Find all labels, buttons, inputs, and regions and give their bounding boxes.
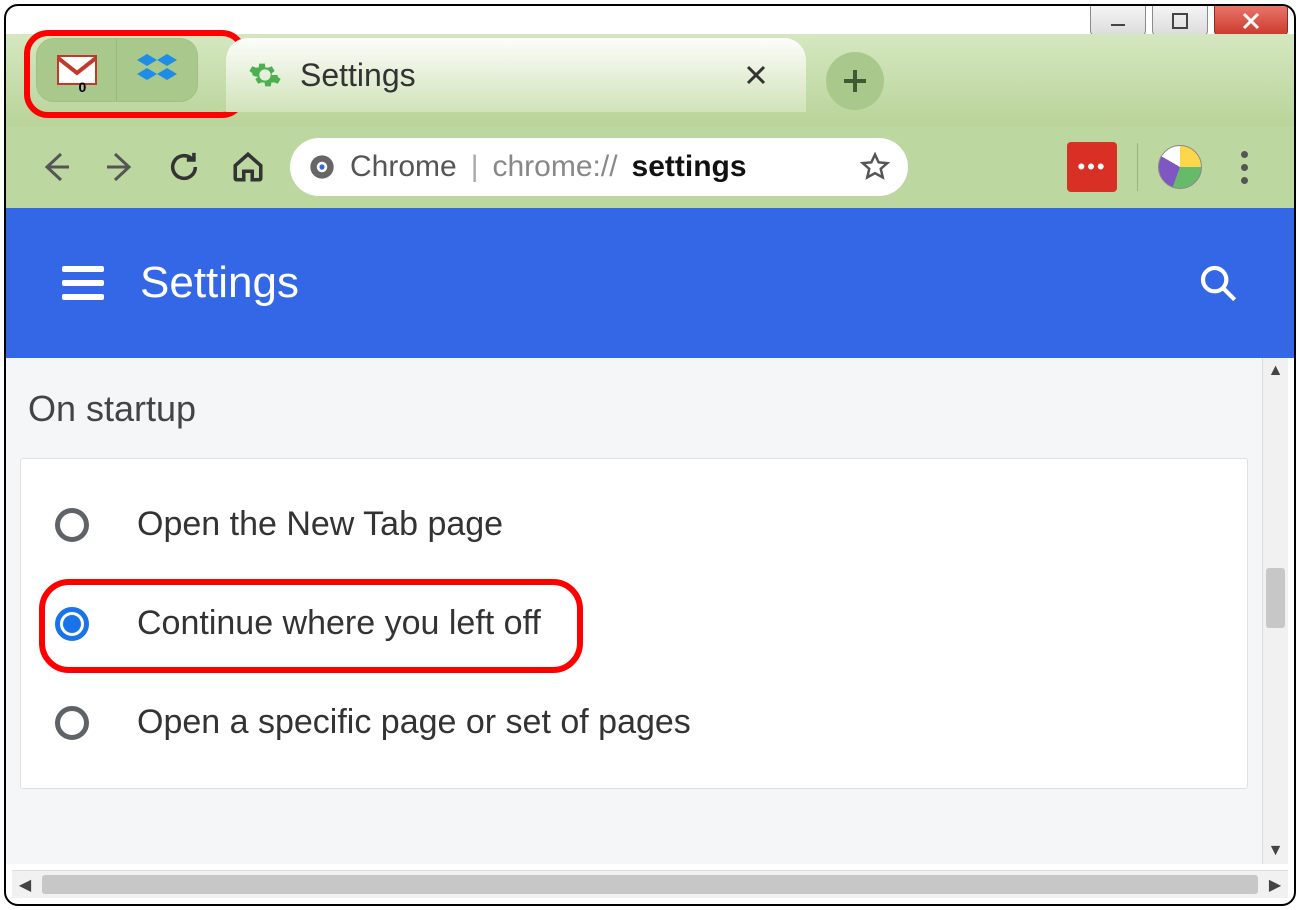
browser-window: 0 Settings [4, 4, 1296, 906]
reload-button[interactable] [162, 145, 206, 189]
minimize-button[interactable] [1090, 6, 1146, 36]
url-path: settings [632, 150, 747, 184]
maximize-button[interactable] [1152, 6, 1208, 36]
startup-option-specific-pages[interactable]: Open a specific page or set of pages [21, 673, 1247, 772]
url-scheme-label: Chrome [350, 150, 457, 184]
scroll-right-arrow-icon[interactable]: ▶ [1262, 871, 1288, 898]
active-tab-title: Settings [300, 57, 726, 94]
settings-header: Settings [6, 208, 1294, 358]
on-startup-section-title: On startup [6, 358, 1262, 458]
scroll-down-arrow-icon[interactable]: ▼ [1263, 838, 1288, 864]
startup-option-new-tab[interactable]: Open the New Tab page [21, 475, 1247, 574]
scroll-up-arrow-icon[interactable]: ▲ [1263, 358, 1288, 384]
on-startup-card: Open the New Tab page Continue where you… [20, 458, 1248, 789]
settings-search-button[interactable] [1198, 263, 1238, 303]
startup-option-label: Open a specific page or set of pages [137, 703, 691, 742]
browser-toolbar: Chrome | chrome:// settings ••• [6, 126, 1294, 208]
settings-menu-button[interactable] [62, 266, 104, 300]
settings-gear-icon [248, 58, 282, 92]
close-window-button[interactable] [1214, 6, 1288, 36]
new-tab-button[interactable] [826, 52, 884, 110]
address-bar[interactable]: Chrome | chrome:// settings [290, 138, 908, 196]
profile-avatar-button[interactable] [1158, 145, 1202, 189]
lastpass-extension-button[interactable]: ••• [1067, 142, 1117, 192]
horizontal-scroll-thumb[interactable] [42, 875, 1258, 894]
horizontal-scrollbar[interactable]: ◀ ▶ [12, 870, 1288, 898]
dropbox-pinned-tab[interactable] [117, 39, 197, 101]
gmail-pinned-tab[interactable]: 0 [37, 39, 117, 101]
bookmark-star-icon[interactable] [860, 152, 890, 182]
startup-option-label: Open the New Tab page [137, 505, 503, 544]
settings-page-content: On startup Open the New Tab page Continu… [6, 358, 1262, 864]
dropbox-icon [137, 52, 177, 88]
scroll-left-arrow-icon[interactable]: ◀ [12, 871, 38, 898]
forward-button[interactable] [98, 145, 142, 189]
horizontal-scroll-track[interactable] [38, 871, 1262, 898]
startup-option-label: Continue where you left off [137, 604, 541, 643]
active-tab-settings[interactable]: Settings [226, 38, 806, 112]
tab-strip: 0 Settings [6, 34, 1294, 126]
pinned-tabs-group: 0 [36, 38, 198, 102]
back-button[interactable] [34, 145, 78, 189]
home-button[interactable] [226, 145, 270, 189]
chrome-menu-button[interactable] [1222, 145, 1266, 189]
site-info-icon[interactable] [308, 153, 336, 181]
radio-icon [55, 706, 89, 740]
vertical-scroll-thumb[interactable] [1266, 568, 1285, 628]
toolbar-separator [1137, 143, 1138, 191]
tab-close-button[interactable] [744, 63, 784, 87]
radio-icon [55, 607, 89, 641]
url-divider: | [471, 150, 479, 184]
gmail-unread-badge: 0 [79, 79, 87, 95]
startup-option-continue[interactable]: Continue where you left off [21, 574, 1247, 673]
vertical-scrollbar[interactable]: ▲ ▼ [1262, 358, 1288, 864]
gmail-icon [57, 55, 97, 85]
radio-icon [55, 508, 89, 542]
url-host: chrome:// [493, 150, 618, 184]
settings-header-title: Settings [140, 258, 1162, 308]
